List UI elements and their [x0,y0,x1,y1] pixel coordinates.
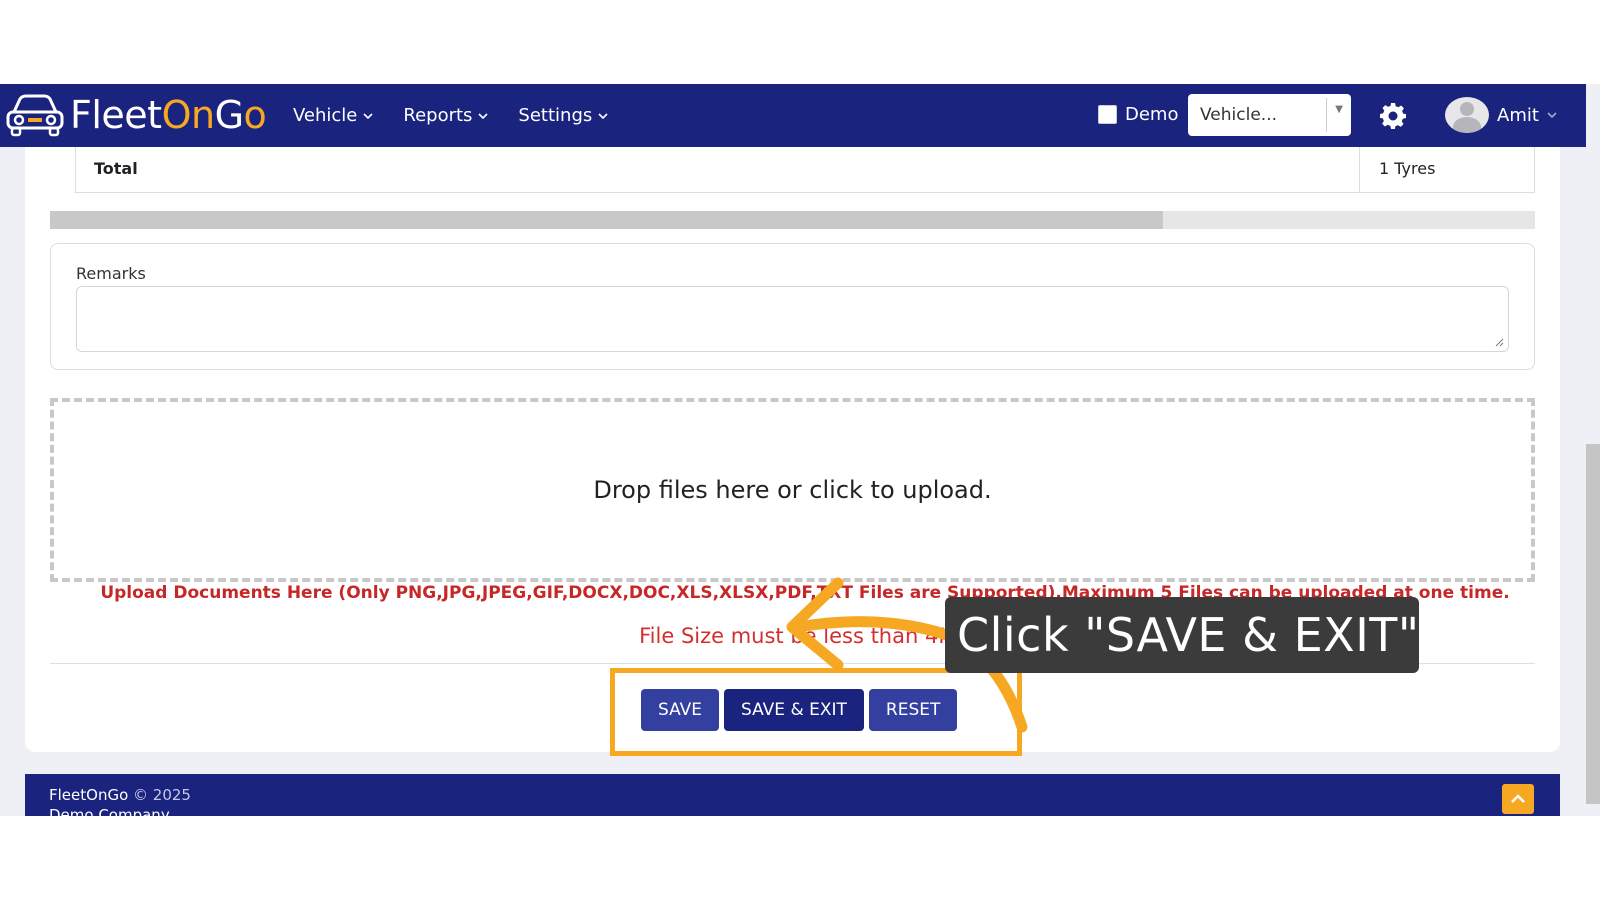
remarks-textarea[interactable] [76,286,1509,352]
menu-vehicle[interactable]: Vehicle [293,105,373,126]
footer-company: Demo Company [49,806,170,816]
vertical-scrollbar-thumb[interactable] [1586,444,1600,804]
file-dropzone[interactable]: Drop files here or click to upload. [50,398,1535,582]
total-value: 1 Tyres [1379,159,1436,178]
page-footer: FleetOnGo © 2025 Demo Company [25,774,1560,816]
footer-brand: FleetOnGo © 2025 [49,786,191,804]
menu-reports-label: Reports [403,105,473,126]
brand-name: FleetOnGo [70,93,267,137]
brand-logo[interactable]: FleetOnGo [4,90,267,140]
demo-toggle[interactable]: Demo [1098,104,1178,125]
remarks-section: Remarks [50,243,1535,370]
user-name: Amit [1497,104,1539,126]
total-label: Total [94,159,138,178]
user-menu[interactable]: Amit [1445,97,1557,133]
resize-handle-icon[interactable] [1494,337,1504,347]
chevron-up-icon [1511,794,1525,803]
demo-label: Demo [1125,104,1179,125]
dropzone-text: Drop files here or click to upload. [593,476,992,504]
remarks-label: Remarks [76,264,146,283]
menu-vehicle-label: Vehicle [293,105,358,126]
table-total-row: Total 1 Tyres [75,147,1535,193]
vehicle-select[interactable]: Vehicle... ▼ [1188,94,1351,136]
cell-divider [1359,147,1360,193]
vehicle-select-value: Vehicle... [1200,105,1278,125]
menu-reports[interactable]: Reports [403,105,488,126]
top-navbar: FleetOnGo Vehicle Reports Settings Demo … [0,84,1586,147]
instruction-tooltip: Click "SAVE & EXIT" [945,597,1419,673]
dropdown-arrow-icon: ▼ [1335,104,1343,115]
tooltip-text: Click "SAVE & EXIT" [957,608,1420,662]
scrollbar-thumb[interactable] [50,211,1163,229]
chevron-down-icon [1547,112,1557,119]
menu-settings-label: Settings [518,105,593,126]
scroll-to-top-button[interactable] [1502,784,1534,814]
car-logo-icon [6,94,64,137]
demo-checkbox[interactable] [1098,105,1117,124]
main-menu: Vehicle Reports Settings [293,84,608,147]
chevron-down-icon [478,112,488,119]
gear-icon[interactable] [1379,102,1407,130]
chevron-down-icon [363,112,373,119]
menu-settings[interactable]: Settings [518,105,608,126]
select-separator [1326,98,1327,132]
chevron-down-icon [598,112,608,119]
avatar [1445,97,1489,133]
horizontal-scrollbar[interactable] [50,211,1535,229]
